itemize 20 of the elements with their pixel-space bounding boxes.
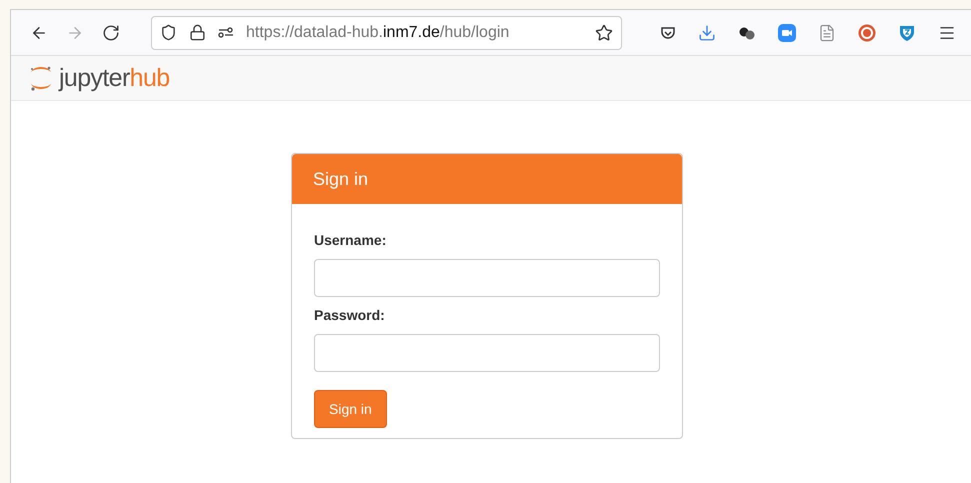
input-field[interactable] [314,334,660,372]
star-icon[interactable] [595,24,613,42]
shield-icon [160,24,177,41]
video-icon[interactable] [778,24,796,42]
duck-icon[interactable] [858,24,876,42]
field-label: Username: [314,231,388,250]
logo-text: jupyterhub [59,66,170,90]
download-icon[interactable] [698,24,716,42]
address-bar[interactable]: https://datalad-hub.inm7.de/hub/login [151,16,622,50]
spheres-icon[interactable] [738,24,756,40]
url-text: https://datalad-hub.inm7.de/hub/login [246,22,510,42]
pocket-icon[interactable] [660,24,676,40]
permissions-icon [218,26,234,38]
shield-icon[interactable] [898,24,916,42]
document-icon[interactable] [818,24,836,42]
logo-icon [29,64,53,92]
lock-icon [189,24,206,41]
input-field[interactable] [314,259,660,297]
field-label: Password: [314,306,386,325]
card-title: Sign in [313,168,368,191]
